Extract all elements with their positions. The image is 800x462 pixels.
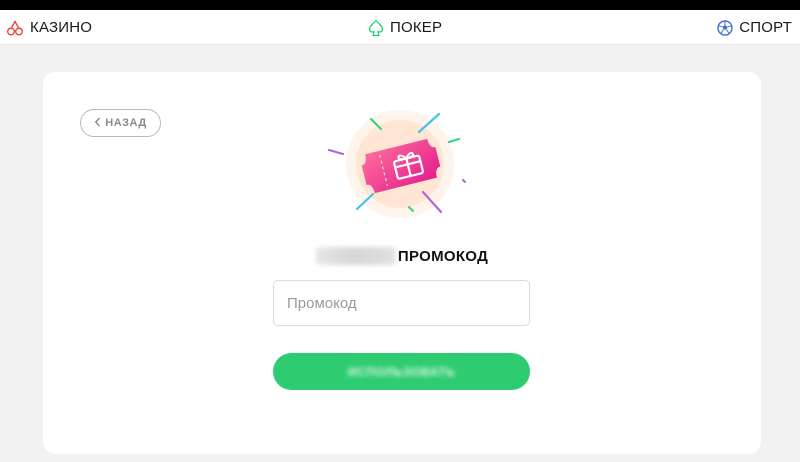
top-navigation: КАЗИНО ПОКЕР СПОРТ — [0, 10, 800, 45]
nav-poker-label: ПОКЕР — [390, 19, 443, 36]
blurred-title-prefix — [315, 247, 396, 265]
promo-card: НАЗАД ПРОМОКОД Промокод ИСПОЛЬЗОВАТЬ — [43, 72, 761, 454]
top-black-strip — [0, 0, 800, 10]
nav-casino[interactable]: КАЗИНО — [6, 10, 92, 45]
cherries-icon — [6, 19, 24, 37]
back-button-label: НАЗАД — [105, 117, 147, 129]
use-promo-button[interactable]: ИСПОЛЬЗОВАТЬ — [273, 353, 530, 390]
nav-sport[interactable]: СПОРТ — [717, 10, 792, 45]
back-button[interactable]: НАЗАД — [80, 109, 161, 137]
soccer-ball-icon — [717, 19, 733, 36]
promo-illustration — [311, 104, 491, 254]
spade-icon — [368, 19, 384, 37]
promo-code-input[interactable] — [273, 280, 530, 326]
use-promo-button-label: ИСПОЛЬЗОВАТЬ — [347, 364, 456, 379]
nav-poker[interactable]: ПОКЕР — [368, 10, 442, 45]
nav-casino-label: КАЗИНО — [30, 19, 93, 36]
nav-sport-label: СПОРТ — [739, 19, 792, 36]
chevron-left-icon — [94, 116, 102, 130]
promo-title: ПРОМОКОД — [43, 244, 761, 268]
gift-ticket-icon — [327, 110, 467, 218]
promo-title-text: ПРОМОКОД — [397, 247, 489, 265]
